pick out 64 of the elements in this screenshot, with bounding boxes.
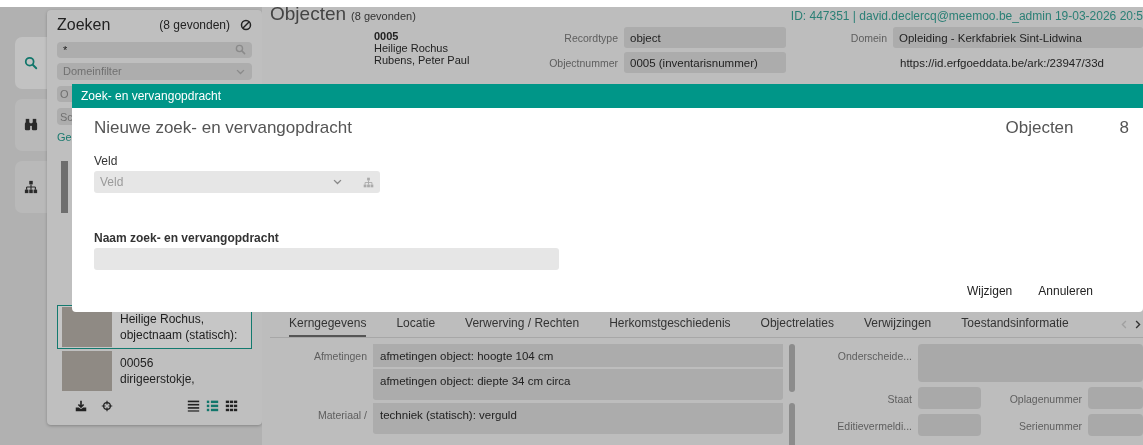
search-icon — [235, 44, 246, 56]
uri-text: https://id.erfgoeddata.be/ark:/23947/33d — [899, 56, 1105, 69]
scrollbar[interactable] — [789, 403, 795, 445]
photo-placeholder — [61, 160, 68, 213]
sitemap-icon — [24, 180, 38, 194]
field-value: techniek (statisch): verguld — [373, 403, 783, 426]
list-view-icon[interactable] — [206, 399, 219, 413]
entity-label: Objecten — [1005, 118, 1074, 138]
result-count: (8 gevonden) — [159, 18, 230, 33]
lines-view-icon[interactable] — [187, 399, 200, 413]
field-label: Naam zoek- en vervangopdracht — [94, 231, 280, 245]
page-title: Objecten — [270, 3, 347, 25]
result-count: (8 gevonden) — [351, 10, 416, 22]
result-text: 00056 — [120, 354, 155, 371]
tab[interactable]: Locatie — [396, 311, 436, 337]
search-field[interactable]: * — [57, 41, 252, 59]
field-value: object — [624, 27, 786, 48]
sitemap-icon[interactable] — [362, 176, 374, 188]
result-text: Heilige Rochus, — [120, 310, 206, 327]
field-value: afmetingen object: diepte 34 cm circa — [373, 369, 783, 392]
field-value: Opleiding - Kerkfabriek Sint-Lidwina — [893, 27, 1143, 48]
field-value: afmetingen object: hoogte 104 cm — [373, 344, 783, 367]
tab[interactable]: Verwerving / Rechten — [465, 311, 580, 337]
binoculars-icon — [24, 118, 38, 132]
dropdown-field[interactable]: Veld — [94, 171, 356, 193]
search-icon — [24, 56, 38, 70]
result-text: dirigeerstokje, — [120, 370, 195, 387]
grid-view-icon[interactable] — [225, 399, 238, 413]
dialog-button[interactable]: Annuleren — [1028, 280, 1103, 302]
status-text: ID: 447351 | david.declercq@meemoo.be_admin 19-03-2026 20:5 — [790, 9, 1143, 23]
scrollbar[interactable] — [789, 344, 795, 392]
download-icon[interactable] — [75, 399, 87, 412]
tab[interactable]: Toestandsinformatie — [961, 311, 1069, 337]
photo-placeholder — [62, 350, 112, 391]
record-number: 0005 — [374, 30, 400, 42]
field-label: Serienummer — [1017, 419, 1082, 434]
field-label: Recordtype — [563, 31, 619, 44]
crosshair-icon[interactable] — [101, 399, 113, 412]
field-label: Veld — [94, 154, 119, 168]
field-value: 0005 (inventarisnummer) — [624, 52, 786, 73]
record-maker: Rubens, Peter Paul — [374, 54, 471, 66]
dialog-heading: Nieuwe zoek- en vervangopdracht — [94, 118, 352, 138]
dialog-title: Zoek- en vervangopdracht — [72, 84, 1143, 108]
tab[interactable]: Verwijzingen — [863, 311, 932, 337]
result-text: objectnaam (statisch): — [120, 326, 238, 343]
tab[interactable]: Herkomstgeschiedenis — [609, 311, 731, 337]
entity-count: 8 — [1119, 118, 1129, 138]
name-field[interactable] — [94, 248, 559, 270]
field-label: Materiaal / — [316, 408, 367, 421]
record-title: Heilige Rochus — [374, 42, 449, 54]
field-label: Oplagenummer — [1008, 392, 1082, 407]
sidebar-tab[interactable] — [15, 161, 47, 213]
tab[interactable]: Objectrelaties — [760, 311, 834, 337]
field-label: Onderscheide... — [836, 349, 912, 364]
field-label: Staat — [886, 392, 912, 407]
panel-title: Zoeken — [57, 16, 111, 35]
sidebar-tab[interactable] — [15, 99, 47, 151]
field-label: Objectnummer — [548, 56, 619, 69]
field-label: Domein — [849, 31, 888, 44]
ban-icon[interactable] — [240, 19, 252, 32]
field-label: Editievermeldi... — [836, 419, 912, 434]
result-card[interactable]: 00056 dirigeerstokje, — [57, 348, 252, 393]
dialog-button[interactable]: Wijzigen — [956, 280, 1023, 302]
field-label: Afmetingen — [312, 349, 367, 362]
